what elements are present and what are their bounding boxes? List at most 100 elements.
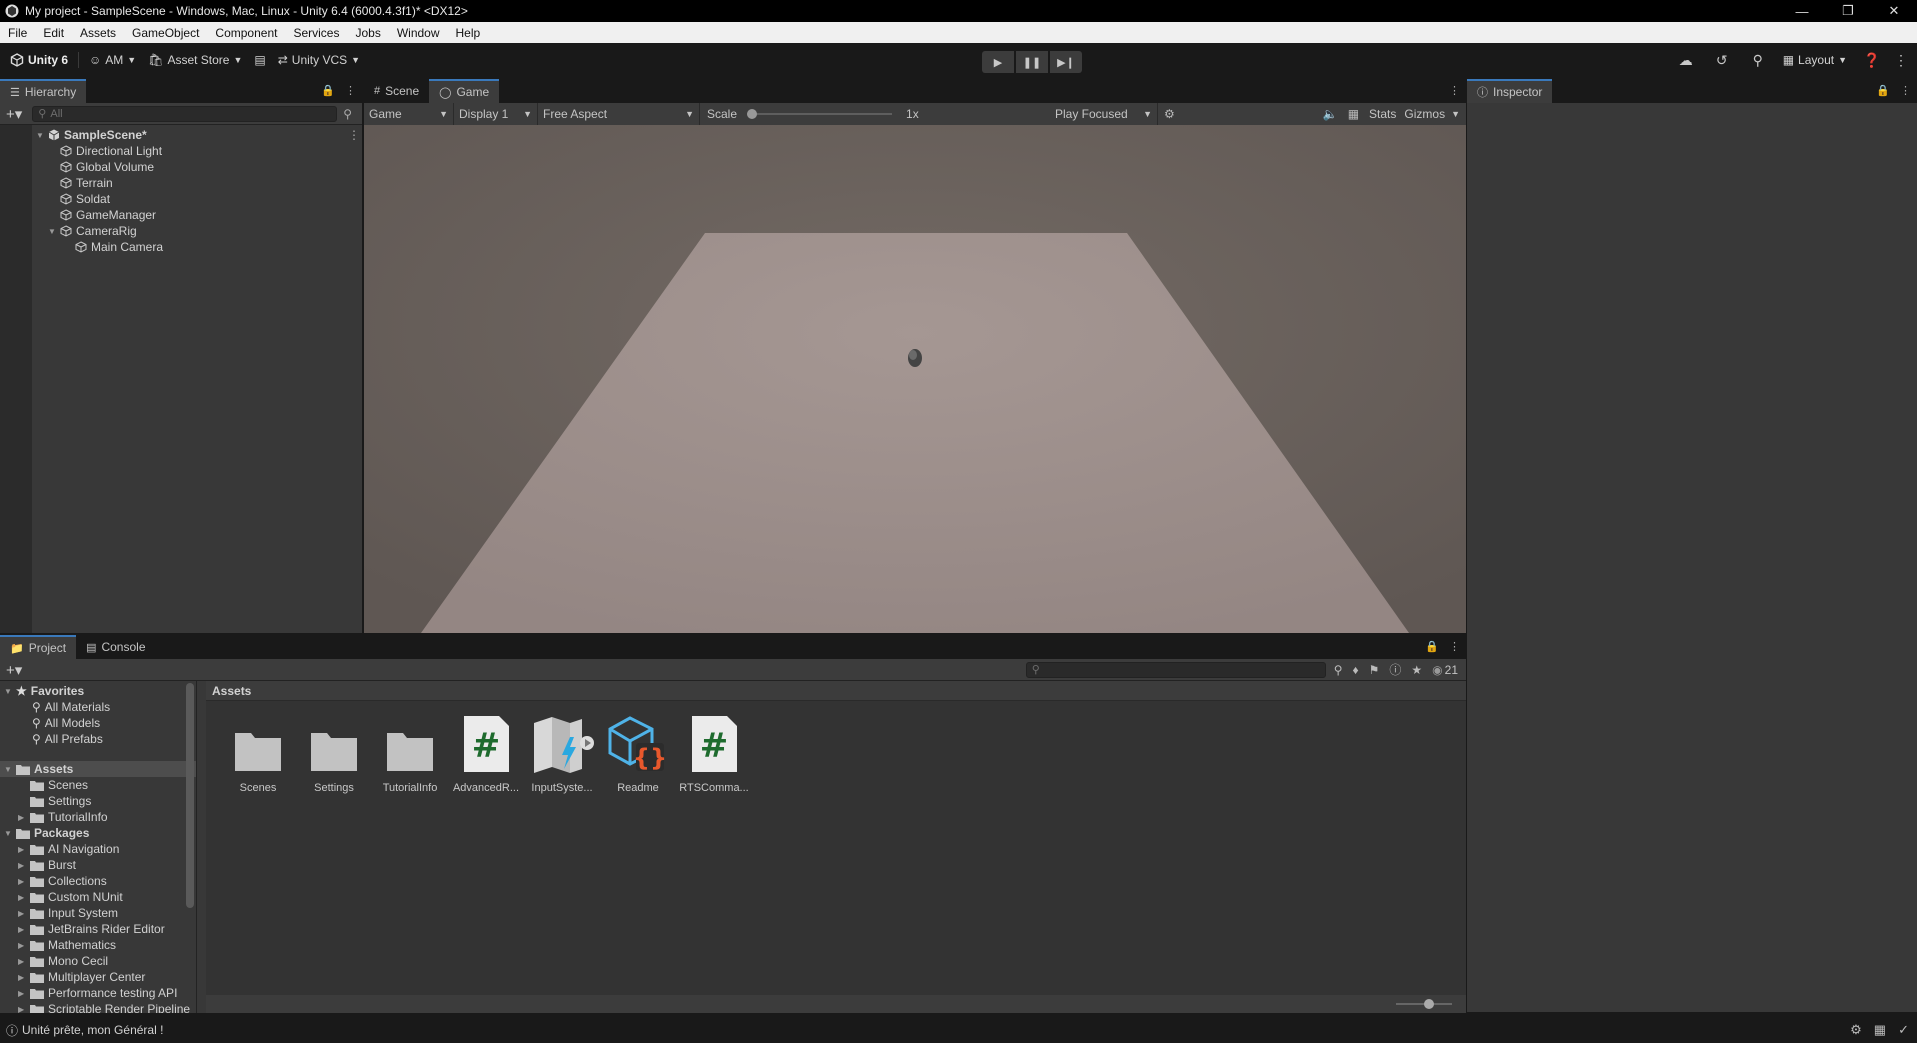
tab-scene[interactable]: # Scene	[364, 79, 430, 103]
play-mode-dropdown[interactable]: Play Focused ▼	[1050, 103, 1158, 125]
expand-arrow-icon[interactable]: ▶	[18, 925, 26, 934]
restore-icon[interactable]: ❐	[1825, 0, 1871, 22]
menu-jobs[interactable]: Jobs	[347, 26, 388, 40]
menu-window[interactable]: Window	[389, 26, 448, 40]
icon-size-slider-thumb[interactable]	[1424, 999, 1434, 1009]
favorite-all-materials[interactable]: ⚲ All Materials	[32, 699, 110, 715]
asset-item[interactable]: {} Readme	[600, 715, 676, 794]
audio-icon[interactable]: 🔈	[1323, 107, 1338, 121]
expand-arrow-icon[interactable]: ▶	[18, 973, 26, 982]
more-icon[interactable]: ⋮	[1900, 84, 1911, 97]
icon-size-slider[interactable]	[1396, 999, 1452, 1009]
filter-by-label-icon[interactable]: ♦	[1352, 663, 1358, 677]
star-icon[interactable]: ★	[1411, 663, 1422, 677]
expand-arrow-icon[interactable]: ▼	[4, 687, 12, 696]
hierarchy-item-gamemanager[interactable]: GameManager	[60, 207, 156, 223]
tab-game[interactable]: ◯ Game	[429, 79, 500, 103]
package-item[interactable]: ▶ JetBrains Rider Editor	[18, 921, 165, 937]
search-icon[interactable]: ⚲	[1741, 52, 1775, 69]
tab-hierarchy[interactable]: ☰ Hierarchy	[0, 79, 87, 103]
project-search-input[interactable]: ⚲	[1025, 661, 1326, 678]
hierarchy-item-camerarig[interactable]: ▼ CameraRig	[48, 223, 137, 239]
menu-file[interactable]: File	[0, 26, 35, 40]
expand-arrow-icon[interactable]: ▶	[18, 1005, 26, 1014]
more-icon[interactable]: ⋮	[1449, 640, 1460, 653]
tab-console[interactable]: ▤ Console	[76, 635, 156, 659]
hierarchy-item-directional-light[interactable]: Directional Light	[60, 143, 162, 159]
search-by-type-icon[interactable]: ⚲	[1334, 663, 1343, 677]
package-item[interactable]: ▶ Mono Cecil	[18, 953, 108, 969]
more-icon[interactable]: ⋮	[348, 128, 360, 142]
gizmos-button[interactable]: Gizmos	[1404, 107, 1445, 121]
version-control-dropdown[interactable]: ⇄ Unity VCS ▼	[272, 50, 366, 70]
step-button[interactable]: ▶❙	[1050, 51, 1082, 73]
menu-gameobject[interactable]: GameObject	[124, 26, 207, 40]
assets-root[interactable]: ▼ Assets	[4, 761, 73, 777]
chevron-down-icon[interactable]: ▼	[1451, 109, 1460, 119]
close-icon[interactable]: ✕	[1871, 0, 1917, 22]
package-manager-button[interactable]: ▤	[248, 50, 271, 70]
asset-item[interactable]: Scenes	[220, 715, 296, 794]
folder-tree-scrollbar[interactable]	[186, 683, 194, 908]
expand-arrow-icon[interactable]: ▶	[18, 989, 26, 998]
history-icon[interactable]: ↺	[1705, 52, 1739, 69]
visibility-icon[interactable]: ◉	[1432, 663, 1442, 677]
asset-item[interactable]: InputSyste...	[524, 715, 600, 794]
hierarchy-item-soldat[interactable]: Soldat	[60, 191, 110, 207]
folder-tutorialinfo[interactable]: ▶ TutorialInfo	[18, 809, 108, 825]
asset-item[interactable]: TutorialInfo	[372, 715, 448, 794]
stats-button[interactable]: Stats	[1369, 107, 1396, 121]
aspect-dropdown[interactable]: Free Aspect ▼	[538, 103, 700, 125]
tag-icon[interactable]: ⚑	[1369, 663, 1380, 677]
check-icon[interactable]: ✓	[1898, 1022, 1909, 1038]
expand-arrow-icon[interactable]: ▶	[18, 893, 26, 902]
expand-arrow-icon[interactable]: ▶	[18, 877, 26, 886]
lock-icon[interactable]: 🔒	[1876, 84, 1890, 97]
package-item[interactable]: ▶ Mathematics	[18, 937, 116, 953]
expand-arrow-icon[interactable]: ▶	[18, 909, 26, 918]
game-viewport[interactable]	[364, 125, 1466, 633]
asset-item[interactable]: # RTSComma...	[676, 715, 752, 794]
scale-slider[interactable]	[747, 109, 893, 119]
expand-arrow-icon[interactable]: ▼	[4, 829, 12, 838]
view-dropdown[interactable]: Game ▼	[364, 103, 454, 125]
breadcrumb-assets[interactable]: Assets	[212, 684, 251, 698]
package-item[interactable]: ▶ Performance testing API	[18, 985, 177, 1001]
minimize-icon[interactable]: —	[1779, 0, 1825, 22]
favorite-all-models[interactable]: ⚲ All Models	[32, 715, 100, 731]
cloud-icon[interactable]: ☁	[1669, 52, 1703, 69]
layout-dropdown[interactable]: ▦ Layout ▼	[1777, 50, 1853, 70]
expand-arrow-icon[interactable]: ▶	[18, 941, 26, 950]
menu-component[interactable]: Component	[207, 26, 285, 40]
add-object-button[interactable]: +▾	[0, 105, 28, 123]
help-icon[interactable]: ❓	[1855, 52, 1889, 69]
grid-icon[interactable]: ▦	[1348, 107, 1359, 121]
expand-arrow-icon[interactable]: ▶	[18, 845, 26, 854]
expand-arrow-icon[interactable]: ▼	[4, 765, 12, 774]
expand-arrow-icon[interactable]: ▶	[18, 861, 26, 870]
account-dropdown[interactable]: ☺ AM ▼	[83, 50, 142, 70]
asset-store-dropdown[interactable]: 🛍 Asset Store ▼	[142, 50, 248, 70]
asset-item[interactable]: # AdvancedR...	[448, 715, 524, 794]
menu-help[interactable]: Help	[448, 26, 489, 40]
asset-item[interactable]: Settings	[296, 715, 372, 794]
folder-scenes[interactable]: Scenes	[30, 777, 88, 793]
packages-root[interactable]: ▼ Packages	[4, 825, 89, 841]
package-item[interactable]: ▶ Multiplayer Center	[18, 969, 145, 985]
hierarchy-item-terrain[interactable]: Terrain	[60, 175, 113, 191]
folder-settings[interactable]: Settings	[30, 793, 91, 809]
debug-icon[interactable]: ⚙	[1850, 1022, 1862, 1038]
play-button[interactable]: ▶	[982, 51, 1014, 73]
tab-inspector[interactable]: ⓘ Inspector	[1467, 79, 1553, 103]
more-icon[interactable]: ⋮	[345, 84, 356, 97]
expand-arrow-icon[interactable]: ▶	[18, 957, 26, 966]
menu-edit[interactable]: Edit	[35, 26, 72, 40]
hierarchy-item-main-camera[interactable]: Main Camera	[75, 239, 163, 255]
scale-slider-thumb[interactable]	[747, 109, 758, 119]
package-item[interactable]: ▶ Burst	[18, 857, 76, 873]
tab-project[interactable]: 📁 Project	[0, 635, 77, 659]
package-item[interactable]: ▶ Input System	[18, 905, 118, 921]
package-item[interactable]: ▶ Scriptable Render Pipeline	[18, 1001, 190, 1013]
unity-menu-button[interactable]: Unity 6	[4, 50, 74, 70]
menu-assets[interactable]: Assets	[72, 26, 124, 40]
